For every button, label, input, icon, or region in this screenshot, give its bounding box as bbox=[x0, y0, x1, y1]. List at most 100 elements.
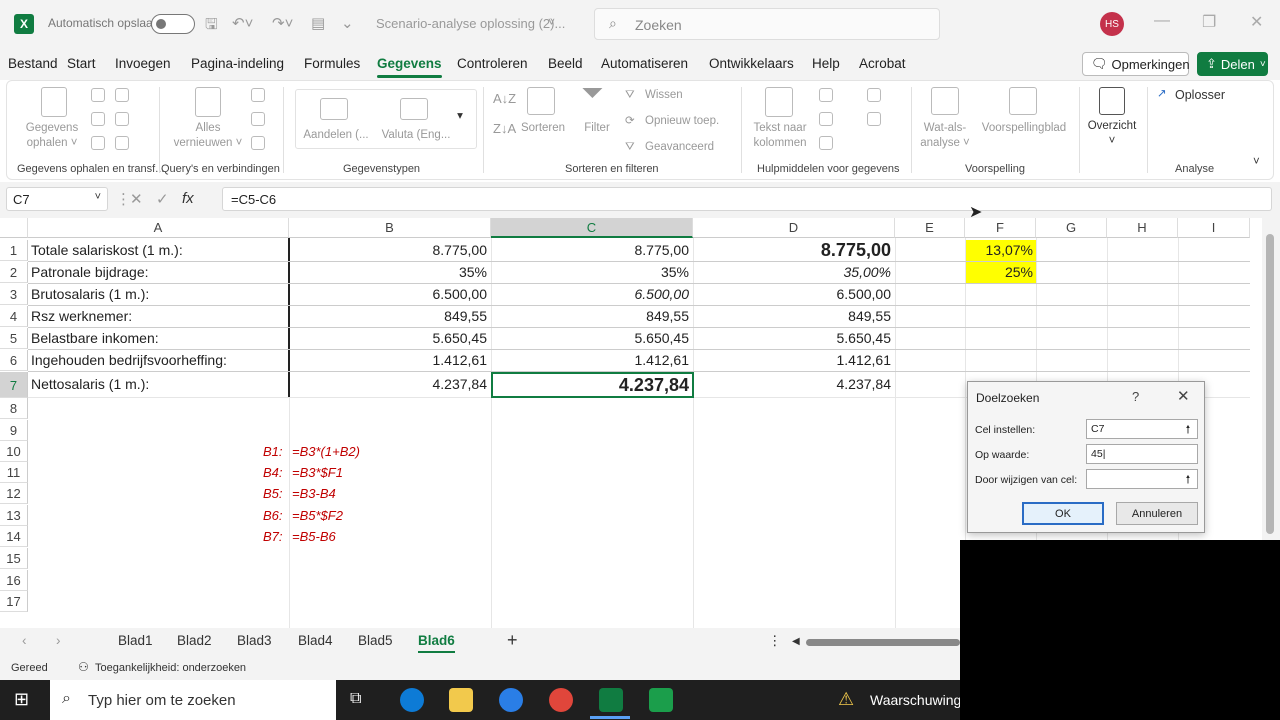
row-header[interactable]: 12 bbox=[0, 483, 28, 505]
edit-links-icon[interactable] bbox=[251, 136, 265, 150]
existing-connections-icon[interactable] bbox=[115, 136, 129, 150]
cell-f1[interactable]: 13,07% bbox=[966, 240, 1036, 261]
menu-start[interactable]: Start bbox=[67, 56, 96, 71]
column-header[interactable]: C bbox=[491, 218, 693, 238]
cell-d3[interactable]: 6.500,00 bbox=[694, 284, 894, 305]
stocks-label[interactable]: Aandelen (... bbox=[298, 128, 374, 143]
cell-d6[interactable]: 1.412,61 bbox=[694, 350, 894, 371]
queries-icon[interactable] bbox=[251, 88, 265, 102]
cancel-formula-icon[interactable]: ✕ bbox=[130, 190, 143, 208]
collapse-dialog-icon[interactable]: 🠕 bbox=[1181, 471, 1195, 487]
what-if-label-2[interactable]: analyse ˅ bbox=[915, 136, 975, 151]
row-header[interactable]: 14 bbox=[0, 526, 28, 548]
sheet-tab[interactable]: Blad1 bbox=[118, 633, 153, 648]
insert-function-icon[interactable]: fx bbox=[182, 190, 194, 207]
text-to-cols-label-1[interactable]: Tekst naar bbox=[747, 121, 813, 136]
status-accessibility[interactable]: Toegankelijkheid: onderzoeken bbox=[95, 662, 246, 674]
row-header[interactable]: 1 bbox=[0, 240, 28, 262]
cancel-button[interactable]: Annuleren bbox=[1116, 502, 1198, 525]
cell-c6[interactable]: 1.412,61 bbox=[492, 350, 692, 371]
cell-b3[interactable]: 6.500,00 bbox=[290, 284, 490, 305]
undo-icon[interactable]: ↶˅ bbox=[232, 14, 253, 32]
from-table-range-icon[interactable] bbox=[91, 136, 105, 150]
menu-help[interactable]: Help bbox=[812, 56, 840, 71]
note-formula[interactable]: =B3*$F1 bbox=[292, 465, 343, 480]
by-changing-input[interactable]: 🠕 bbox=[1086, 469, 1198, 489]
app-icon[interactable] bbox=[499, 688, 523, 712]
column-header[interactable]: E bbox=[895, 218, 965, 238]
cell-b1[interactable]: 8.775,00 bbox=[290, 240, 490, 261]
refresh-label-2[interactable]: vernieuwen ˅ bbox=[171, 136, 245, 151]
forecast-sheet-label[interactable]: Voorspellingblad bbox=[977, 121, 1071, 136]
windows-start-icon[interactable]: ⊞ bbox=[14, 689, 29, 710]
cell-b4[interactable]: 849,55 bbox=[290, 306, 490, 327]
note-formula[interactable]: =B5-B6 bbox=[292, 529, 336, 544]
what-if-label-1[interactable]: Wat-als- bbox=[915, 121, 975, 136]
minimize-icon[interactable]: — bbox=[1154, 12, 1170, 30]
from-text-icon[interactable] bbox=[91, 88, 105, 102]
refresh-label-1[interactable]: Alles bbox=[171, 121, 245, 136]
cell-b2[interactable]: 35% bbox=[290, 262, 490, 283]
cell-d2[interactable]: 35,00% bbox=[694, 262, 894, 283]
sheet-tab-active[interactable]: Blad6 bbox=[418, 633, 455, 653]
cell-d1[interactable]: 8.775,00 bbox=[694, 238, 894, 262]
cell-a2[interactable]: Patronale bijdrage: bbox=[28, 262, 288, 283]
recent-sources-icon[interactable] bbox=[115, 112, 129, 126]
consolidate-icon[interactable] bbox=[867, 88, 881, 102]
menu-acrobat[interactable]: Acrobat bbox=[859, 56, 906, 71]
row-header[interactable]: 4 bbox=[0, 306, 28, 328]
name-box-dropdown-icon[interactable]: ˅ bbox=[95, 191, 101, 203]
select-all-corner[interactable] bbox=[0, 218, 28, 238]
row-header[interactable]: 15 bbox=[0, 548, 28, 570]
cell-c1[interactable]: 8.775,00 bbox=[492, 240, 692, 261]
clear-label[interactable]: Wissen bbox=[645, 88, 683, 103]
sheet-tab[interactable]: Blad5 bbox=[358, 633, 393, 648]
cell-c4[interactable]: 849,55 bbox=[492, 306, 692, 327]
cell-b6[interactable]: 1.412,61 bbox=[290, 350, 490, 371]
note-formula[interactable]: =B3-B4 bbox=[292, 486, 336, 501]
vertical-scroll-thumb[interactable] bbox=[1266, 234, 1274, 534]
row-header[interactable]: 3 bbox=[0, 284, 28, 306]
column-header[interactable]: D bbox=[693, 218, 895, 238]
row-header[interactable]: 13 bbox=[0, 505, 28, 527]
column-header[interactable]: G bbox=[1036, 218, 1107, 238]
menu-bestand[interactable]: Bestand bbox=[8, 56, 58, 71]
cell-a3[interactable]: Brutosalaris (1 m.): bbox=[28, 284, 288, 305]
column-header[interactable]: H bbox=[1107, 218, 1178, 238]
redo-icon[interactable]: ↷˅ bbox=[272, 14, 293, 32]
cell-a1[interactable]: Totale salariskost (1 m.): bbox=[28, 240, 288, 261]
row-header[interactable]: 5 bbox=[0, 328, 28, 350]
edge-icon[interactable] bbox=[400, 688, 424, 712]
row-header[interactable]: 6 bbox=[0, 350, 28, 372]
row-header[interactable]: 8 bbox=[0, 398, 28, 420]
dialog-close-icon[interactable]: ✕ bbox=[1177, 387, 1190, 405]
get-data-label-2[interactable]: ophalen ˅ bbox=[17, 136, 87, 151]
menu-gegevens[interactable]: Gegevens bbox=[377, 56, 442, 78]
column-header[interactable]: A bbox=[28, 218, 289, 238]
prev-sheet-icon[interactable]: ‹ bbox=[22, 633, 27, 648]
sort-label[interactable]: Sorteren bbox=[513, 121, 573, 136]
cell-b7[interactable]: 4.237,84 bbox=[290, 374, 490, 395]
task-view-icon[interactable]: ⧉ bbox=[350, 690, 361, 708]
get-data-label-1[interactable]: Gegevens bbox=[17, 121, 87, 136]
warning-label[interactable]: Waarschuwing bbox=[870, 692, 961, 708]
save-icon[interactable]: 🖫 bbox=[205, 14, 218, 39]
ok-button[interactable]: OK bbox=[1022, 502, 1104, 525]
scroll-left-icon[interactable]: ◀ bbox=[792, 636, 800, 647]
advanced-label[interactable]: Geavanceerd bbox=[645, 140, 714, 155]
menu-pagina-indeling[interactable]: Pagina-indeling bbox=[191, 56, 284, 71]
excel-taskbar-icon[interactable] bbox=[599, 688, 623, 712]
relationships-icon[interactable] bbox=[867, 112, 881, 126]
cell-a6[interactable]: Ingehouden bedrijfsvoorheffing: bbox=[28, 350, 288, 371]
sort-az-icon[interactable]: A↓Z bbox=[493, 91, 516, 106]
cell-d7[interactable]: 4.237,84 bbox=[694, 374, 894, 395]
cell-b5[interactable]: 5.650,45 bbox=[290, 328, 490, 349]
from-table-icon[interactable] bbox=[115, 88, 129, 102]
help-icon[interactable]: ? bbox=[1132, 389, 1139, 404]
column-header[interactable]: B bbox=[289, 218, 491, 238]
autosave-toggle[interactable] bbox=[151, 14, 195, 34]
sheet-tab[interactable]: Blad4 bbox=[298, 633, 333, 648]
menu-beeld[interactable]: Beeld bbox=[548, 56, 583, 71]
currency-label[interactable]: Valuta (Eng... bbox=[378, 128, 454, 143]
restore-icon[interactable]: ❐ bbox=[1202, 12, 1216, 32]
